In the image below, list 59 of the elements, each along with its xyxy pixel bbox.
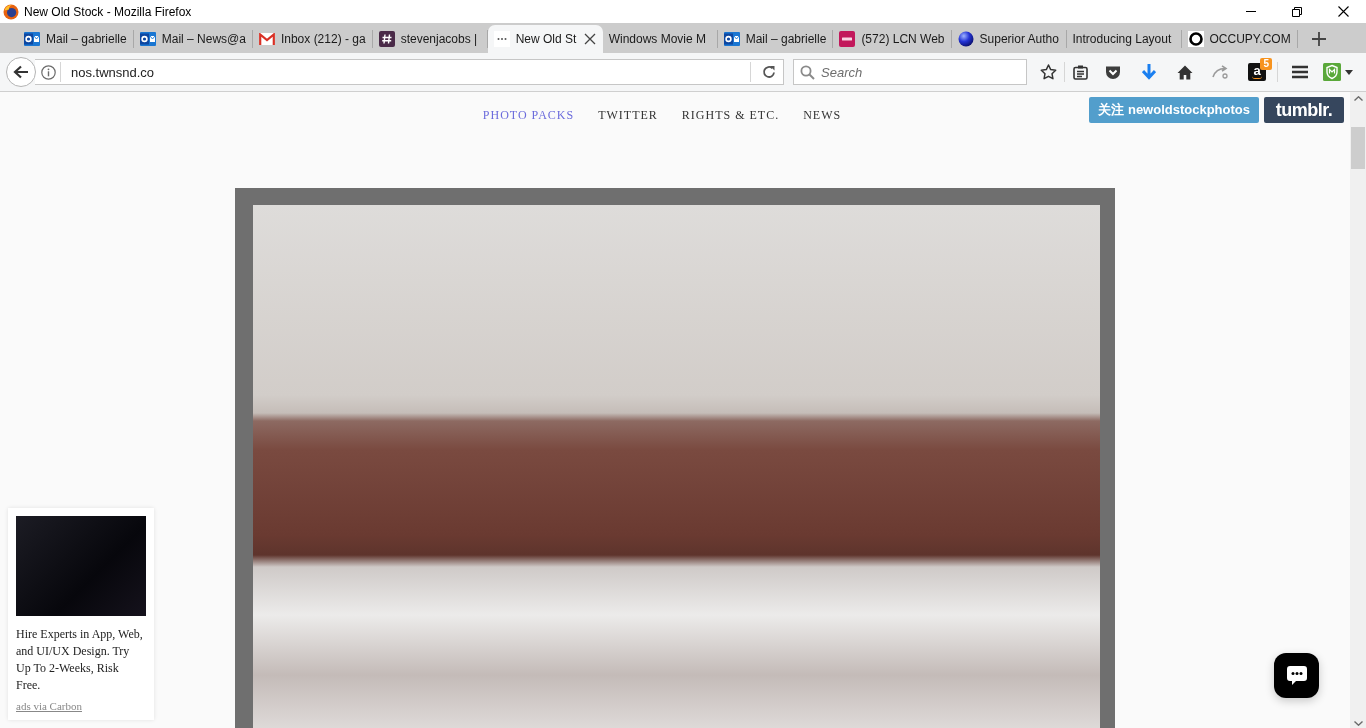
ring-icon [1187,31,1204,47]
notification-badge: 5 [1260,58,1272,70]
tumblr-logo-button[interactable]: tumblr. [1264,97,1344,123]
back-button[interactable] [6,57,36,87]
scrollbar-thumb[interactable] [1351,127,1365,169]
restore-icon [1292,6,1302,17]
menu-icon [1292,65,1308,79]
nav-link[interactable]: NEWS [803,108,842,122]
shield-icon [1323,63,1341,81]
nav-link[interactable]: PHOTO PACKS [482,108,575,122]
search-icon [800,64,815,80]
close-icon [583,33,596,45]
sphere-icon [957,31,974,47]
ad-credit-link[interactable]: ads via Carbon [16,700,82,712]
curved-arrow-icon [1212,65,1230,79]
hash-icon [378,31,395,47]
browser-tab[interactable]: New Old St [487,25,603,53]
minimize-icon [1246,11,1256,12]
clipboard-icon [1072,64,1088,80]
browser-tab[interactable]: Mail – gabrielle [18,25,134,53]
scroll-down-icon [1353,721,1363,726]
tab-close-button[interactable] [583,33,596,45]
chat-button[interactable] [1274,653,1319,698]
url-field[interactable]: nos.twnsnd.co [65,61,746,83]
nav-link[interactable]: RIGHTS & ETC. [681,108,780,122]
browser-tab[interactable]: Mail – gabrielle [717,25,834,53]
ad-text[interactable]: Hire Experts in App, Web, and UI/UX Design. Try Up To 2-Weeks, Risk Free. [16,626,143,694]
browser-tab[interactable]: stevenjacobs | [372,25,488,53]
browser-tab[interactable]: Windows Movie M [602,25,718,53]
download-arrow-icon [1142,64,1156,80]
chat-bubble-icon [1286,666,1307,685]
pocket-icon [1105,64,1121,80]
browser-tab[interactable]: Superior Autho [951,25,1067,53]
plus-icon [1311,32,1326,46]
search-field[interactable]: Search [815,61,1026,83]
back-arrow-icon [13,65,29,79]
scroll-up-icon [1353,96,1363,101]
firefox-logo-icon [3,3,19,20]
envelope-icon [258,33,275,45]
mail-app-icon [24,31,40,47]
info-icon [41,64,56,80]
browser-tab[interactable]: Inbox (212) - ga [252,25,373,53]
square-logo-icon [839,31,856,47]
browser-tab[interactable]: Introducing Layout [1066,25,1182,53]
home-icon [1177,64,1193,80]
mail-app-icon [139,31,156,47]
reload-icon [762,65,776,79]
browser-tab[interactable]: Mail – News@a [133,25,253,53]
browser-tab[interactable]: OCCUPY.COM [1181,25,1298,53]
window-title: New Old Stock - Mozilla Firefox [24,4,192,19]
caret-icon [1345,69,1353,75]
mail-app-icon [723,31,740,47]
dots-icon [493,31,510,47]
star-icon [1039,64,1057,80]
search-bar[interactable]: Search [793,59,1027,85]
nav-link[interactable]: TWITTER [598,108,658,122]
browser-tab[interactable]: (572) LCN Web [833,25,952,53]
close-icon [1337,6,1349,17]
address-bar[interactable]: nos.twnsnd.co [35,59,784,85]
